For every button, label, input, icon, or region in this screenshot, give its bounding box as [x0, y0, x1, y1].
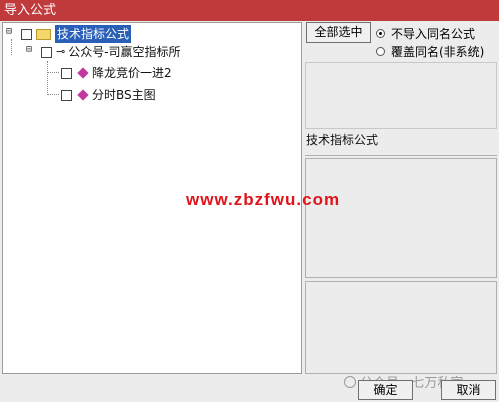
group-checkbox[interactable] — [41, 46, 52, 58]
radio-label: 覆盖同名(非系统) — [391, 45, 485, 59]
tree-connector — [47, 72, 59, 73]
radio-selected-icon[interactable] — [376, 29, 385, 38]
key-icon: ⊸ — [56, 45, 66, 58]
tree-group-item[interactable]: ⊸ 公众号-司赢空指标所 — [41, 43, 181, 61]
detail-panel — [305, 281, 497, 374]
ok-button[interactable]: 确定 — [358, 380, 413, 400]
formula-icon — [77, 67, 89, 79]
item-label: 降龙竞价一进2 — [92, 66, 172, 80]
radio-empty-icon[interactable] — [376, 47, 385, 56]
info-divider — [305, 148, 497, 156]
description-panel — [305, 158, 497, 278]
cancel-button[interactable]: 取消 — [441, 380, 496, 400]
wechat-icon — [344, 375, 356, 388]
title-bar: 导入公式 — [0, 0, 499, 21]
folder-icon — [36, 28, 51, 40]
select-all-button[interactable]: 全部选中 — [306, 22, 371, 43]
item-checkbox[interactable] — [61, 89, 72, 101]
group-label: 公众号-司赢空指标所 — [68, 45, 181, 59]
tree-connector — [11, 39, 12, 55]
tree-connector — [47, 61, 48, 95]
info-label: 技术指标公式 — [306, 133, 379, 147]
tree-connector — [47, 94, 59, 95]
window-title: 导入公式 — [4, 3, 57, 18]
item-label: 分时BS主图 — [92, 88, 156, 102]
collapse-root-icon[interactable]: ⊟ — [6, 26, 12, 37]
collapse-group-icon[interactable]: ⊟ — [26, 44, 32, 55]
radio-no-import[interactable]: 不导入同名公式 — [376, 25, 475, 42]
tree-item-2[interactable]: 分时BS主图 — [61, 86, 156, 104]
tree-root-item[interactable]: 技术指标公式 — [21, 25, 132, 43]
item-checkbox[interactable] — [61, 67, 72, 79]
site-watermark: www.zbzfwu.com — [186, 190, 341, 209]
formula-icon — [77, 89, 89, 101]
root-checkbox[interactable] — [21, 28, 32, 40]
tree-item-1[interactable]: 降龙竞价一进2 — [61, 64, 172, 82]
radio-label: 不导入同名公式 — [391, 27, 476, 41]
radio-overwrite[interactable]: 覆盖同名(非系统) — [376, 43, 484, 60]
root-label: 技术指标公式 — [55, 25, 132, 43]
options-panel — [305, 62, 497, 129]
